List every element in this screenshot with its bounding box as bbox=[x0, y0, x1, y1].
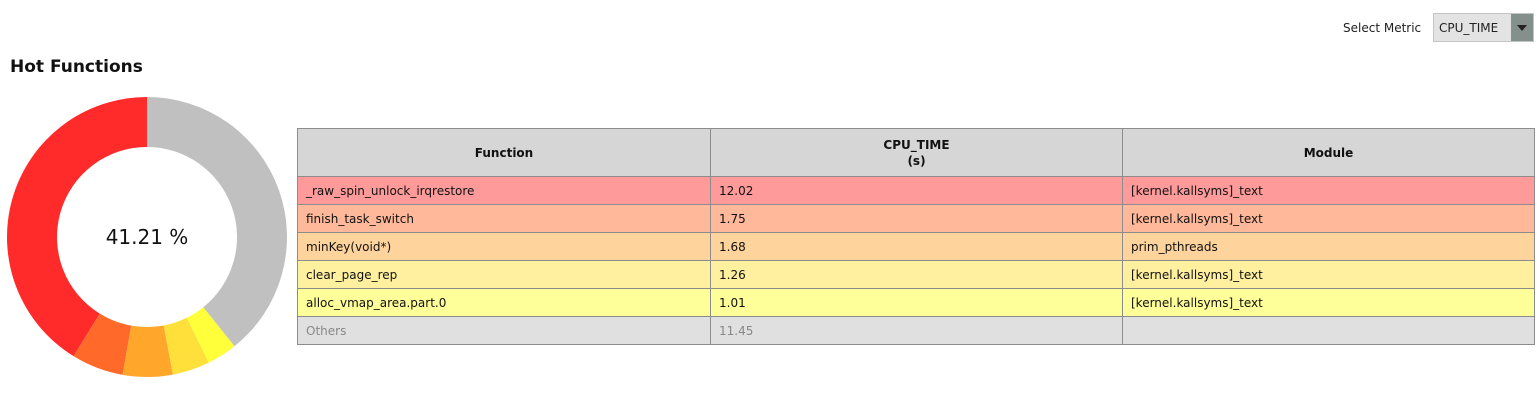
cell-module: prim_pthreads bbox=[1122, 232, 1535, 261]
metric-select[interactable]: CPU_TIME bbox=[1433, 13, 1534, 42]
table-header-row: Function CPU_TIME (s) Module bbox=[297, 128, 1535, 177]
cell-function: minKey(void*) bbox=[297, 232, 711, 261]
cell-module bbox=[1122, 316, 1535, 345]
cell-module: [kernel.kallsyms]_text bbox=[1122, 288, 1535, 317]
cell-value: 1.01 bbox=[710, 288, 1123, 317]
cell-value: 1.75 bbox=[710, 204, 1123, 233]
cell-module: [kernel.kallsyms]_text bbox=[1122, 260, 1535, 289]
cell-function: Others bbox=[297, 316, 711, 345]
cell-function: _raw_spin_unlock_irqrestore bbox=[297, 176, 711, 205]
cell-module: [kernel.kallsyms]_text bbox=[1122, 204, 1535, 233]
header-module[interactable]: Module bbox=[1122, 128, 1535, 177]
select-metric-label: Select Metric bbox=[1343, 21, 1422, 35]
cell-function: alloc_vmap_area.part.0 bbox=[297, 288, 711, 317]
header-function[interactable]: Function bbox=[297, 128, 711, 177]
table-row[interactable]: clear_page_rep 1.26 [kernel.kallsyms]_te… bbox=[297, 260, 1535, 289]
table-row[interactable]: alloc_vmap_area.part.0 1.01 [kernel.kall… bbox=[297, 288, 1535, 317]
metric-select-toggle[interactable] bbox=[1511, 14, 1533, 41]
hot-functions-donut: 41.21 % bbox=[5, 95, 289, 379]
cell-value: 1.26 bbox=[710, 260, 1123, 289]
donut-slice--raw-spin-unlock-irqrestore[interactable] bbox=[6, 97, 147, 357]
cell-module: [kernel.kallsyms]_text bbox=[1122, 176, 1535, 205]
hot-functions-table: Function CPU_TIME (s) Module _raw_spin_u… bbox=[297, 128, 1535, 345]
table-row[interactable]: _raw_spin_unlock_irqrestore 12.02 [kerne… bbox=[297, 176, 1535, 205]
cell-function: finish_task_switch bbox=[297, 204, 711, 233]
table-row[interactable]: minKey(void*) 1.68 prim_pthreads bbox=[297, 232, 1535, 261]
cell-value: 1.68 bbox=[710, 232, 1123, 261]
chevron-down-icon bbox=[1517, 25, 1527, 31]
header-metric[interactable]: CPU_TIME (s) bbox=[710, 128, 1123, 177]
header-metric-name: CPU_TIME bbox=[883, 137, 950, 152]
cell-value: 11.45 bbox=[710, 316, 1123, 345]
header-metric-unit: (s) bbox=[907, 153, 926, 168]
metric-select-value: CPU_TIME bbox=[1439, 21, 1499, 35]
cell-value: 12.02 bbox=[710, 176, 1123, 205]
donut-slice-others[interactable] bbox=[147, 97, 287, 347]
table-row-others[interactable]: Others 11.45 bbox=[297, 316, 1535, 345]
table-row[interactable]: finish_task_switch 1.75 [kernel.kallsyms… bbox=[297, 204, 1535, 233]
donut-chart bbox=[6, 97, 287, 378]
section-title: Hot Functions bbox=[10, 57, 143, 77]
cell-function: clear_page_rep bbox=[297, 260, 711, 289]
